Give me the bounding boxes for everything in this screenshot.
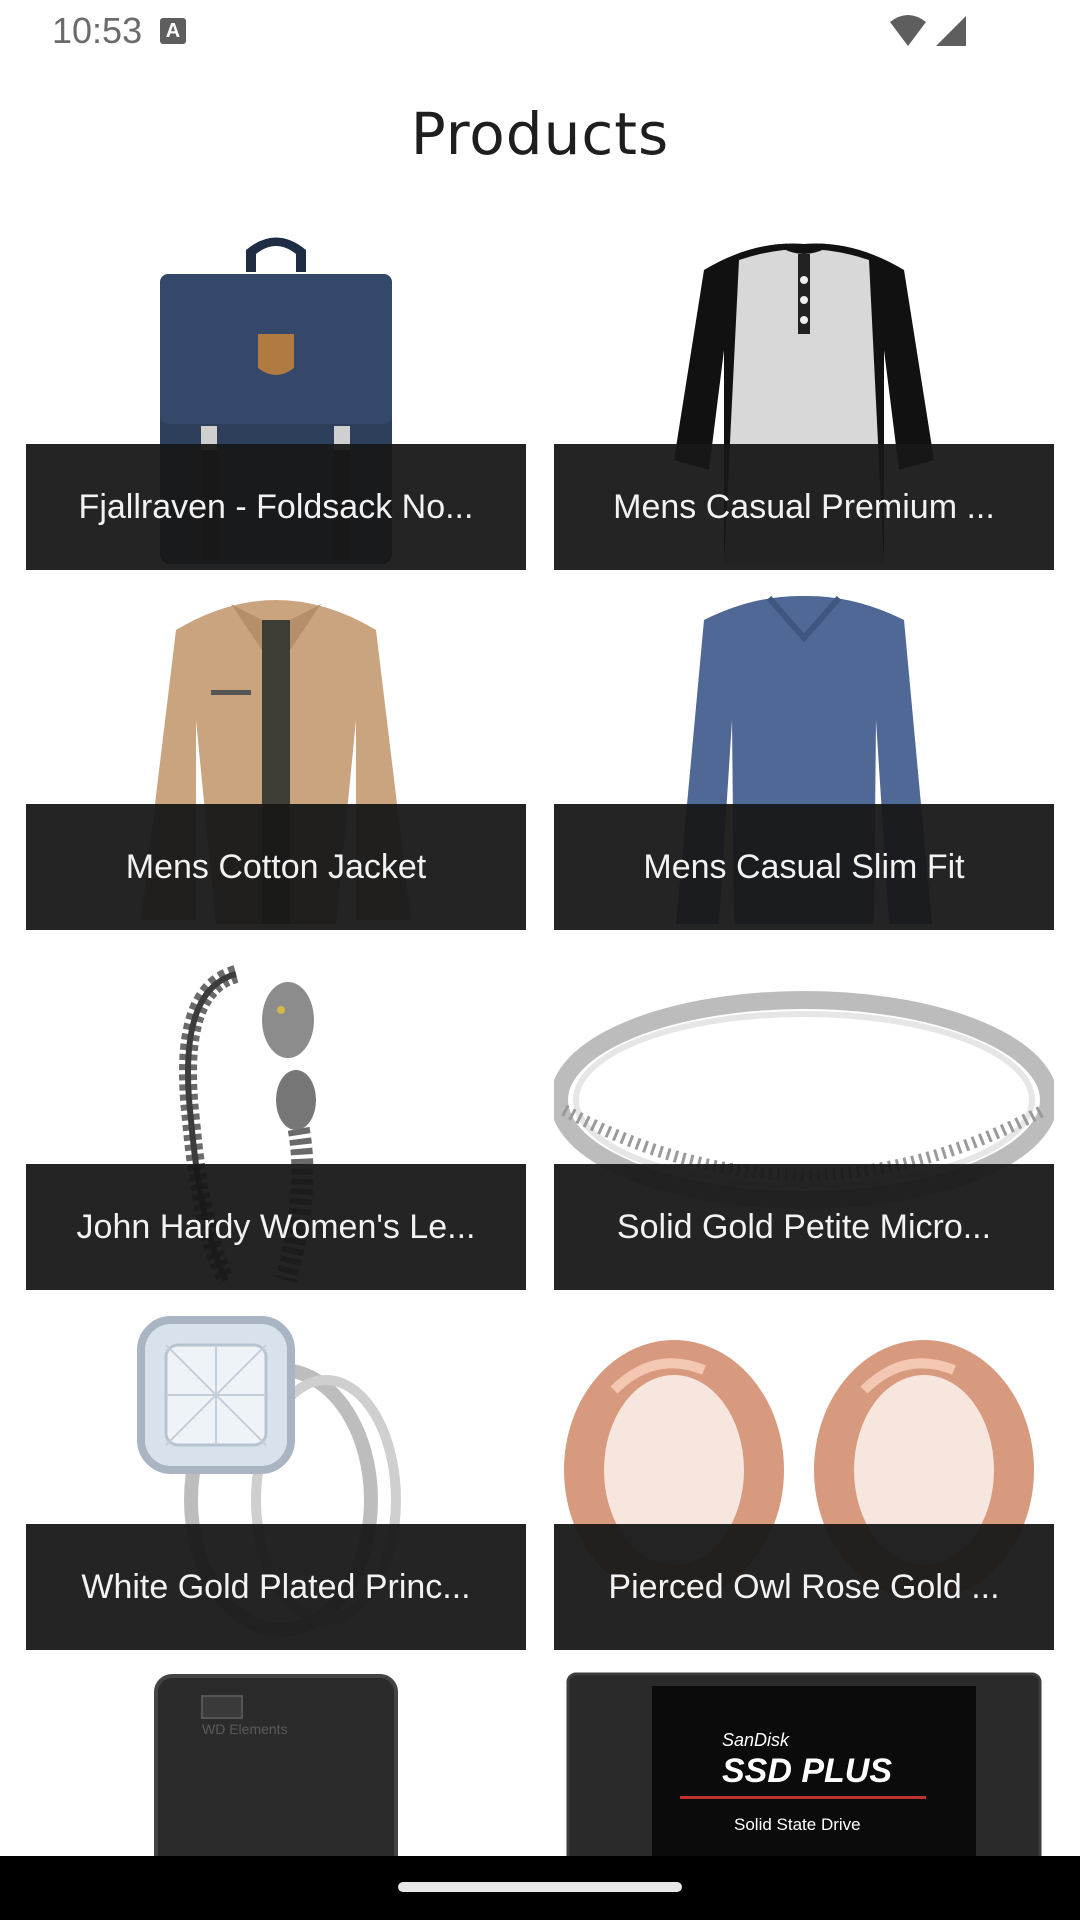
product-caption: Pierced Owl Rose Gold ... <box>554 1524 1054 1650</box>
product-card[interactable]: Solid Gold Petite Micro... <box>554 950 1054 1290</box>
a-icon: A <box>160 18 186 44</box>
product-title: Fjallraven - Foldsack No... <box>78 487 474 526</box>
product-title: Mens Casual Slim Fit <box>643 847 965 886</box>
product-caption: Mens Casual Premium ... <box>554 444 1054 570</box>
product-title: Mens Cotton Jacket <box>125 847 427 886</box>
product-title: John Hardy Women's Le... <box>76 1207 476 1246</box>
status-bar: 10:53 A <box>0 0 1080 62</box>
product-card[interactable]: Mens Casual Premium ... <box>554 230 1054 570</box>
product-title: Pierced Owl Rose Gold ... <box>608 1567 1000 1606</box>
ssd-image: SanDisk SSD PLUS Solid State Drive <box>566 1672 1042 1856</box>
product-caption: Mens Cotton Jacket <box>26 804 526 930</box>
product-title: Mens Casual Premium ... <box>613 487 995 526</box>
status-time: 10:53 <box>52 10 143 51</box>
product-caption: White Gold Plated Princ... <box>26 1524 526 1650</box>
product-title: Solid Gold Petite Micro... <box>616 1207 992 1246</box>
ssd-brand: SanDisk <box>722 1730 790 1750</box>
product-title: White Gold Plated Princ... <box>81 1567 471 1606</box>
product-caption: Fjallraven - Foldsack No... <box>26 444 526 570</box>
product-card[interactable]: Fjallraven - Foldsack No... <box>26 230 526 570</box>
product-card[interactable]: Pierced Owl Rose Gold ... <box>554 1310 1054 1650</box>
product-card[interactable]: Mens Cotton Jacket <box>26 590 526 930</box>
wifi-icon <box>890 15 926 46</box>
ssd-sub: Solid State Drive <box>734 1815 861 1834</box>
product-card[interactable]: White Gold Plated Princ... <box>26 1310 526 1650</box>
home-gesture-handle[interactable] <box>398 1882 682 1892</box>
product-caption: John Hardy Women's Le... <box>26 1164 526 1290</box>
product-caption: Solid Gold Petite Micro... <box>554 1164 1054 1290</box>
product-card[interactable]: SanDisk SSD PLUS Solid State Drive <box>554 1670 1054 1856</box>
product-card[interactable]: John Hardy Women's Le... <box>26 950 526 1290</box>
hdd-image: WD Elements <box>154 1674 398 1856</box>
product-card[interactable]: Mens Casual Slim Fit <box>554 590 1054 930</box>
page-title: Products <box>410 100 670 168</box>
ssd-name: SSD PLUS <box>722 1752 892 1790</box>
hdd-label: WD Elements <box>202 1721 288 1737</box>
product-caption: Mens Casual Slim Fit <box>554 804 1054 930</box>
product-card[interactable]: WD Elements <box>26 1670 526 1856</box>
navigation-bar <box>0 1856 1080 1920</box>
signal-icon <box>936 16 966 46</box>
